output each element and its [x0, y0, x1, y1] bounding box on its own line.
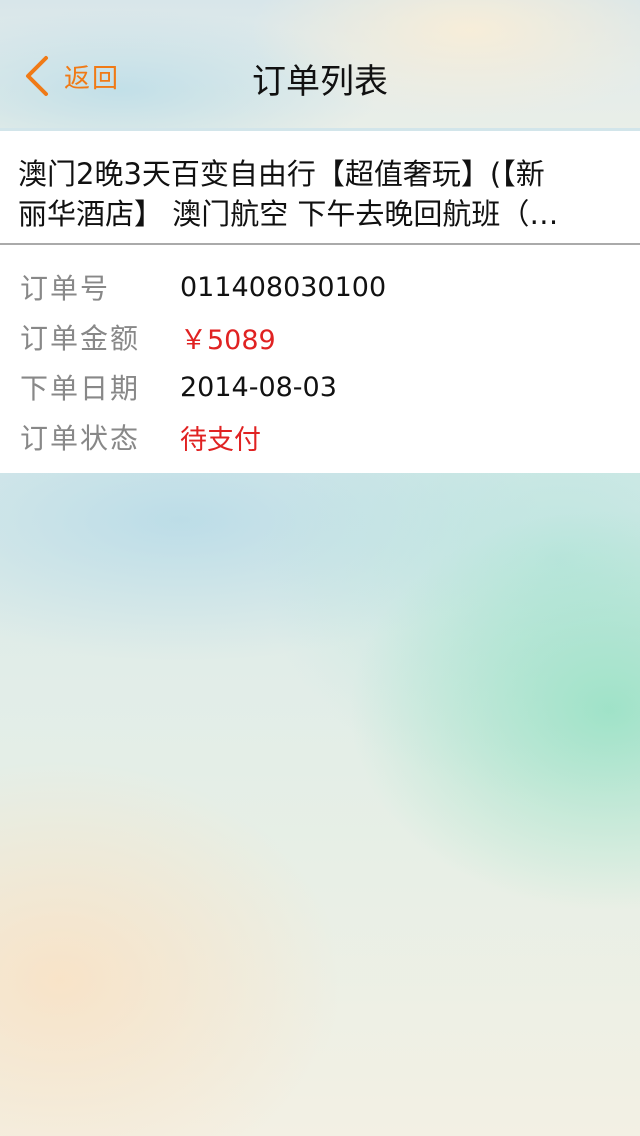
product-title-line-2: 丽华酒店】 澳门航空 下午去晚回航班（… [18, 197, 559, 231]
order-status-label: 订单状态 [20, 422, 141, 455]
order-date-value: 2014-08-03 [180, 371, 337, 403]
product-title[interactable]: 澳门2晚3天百变自由行【超值奢玩】(【新 丽华酒店】 澳门航空 下午去晚回航班（… [18, 154, 618, 234]
order-amount-row: 订单金额 ￥5089 [0, 312, 640, 362]
divider [0, 243, 640, 245]
screen: 返回 订单列表 澳门2晚3天百变自由行【超值奢玩】(【新 丽华酒店】 澳门航空 … [0, 0, 640, 1136]
navigation-bar: 返回 订单列表 [0, 0, 640, 128]
order-amount-label: 订单金额 [20, 322, 141, 355]
product-title-line-1: 澳门2晚3天百变自由行【超值奢玩】(【新 [18, 157, 545, 191]
order-number-row: 订单号 011408030100 [0, 262, 640, 312]
order-date-label: 下单日期 [20, 372, 141, 405]
order-date-row: 下单日期 2014-08-03 [0, 362, 640, 412]
page-title: 订单列表 [252, 62, 388, 102]
order-amount-value: ￥5089 [180, 324, 276, 356]
order-number-value: 011408030100 [180, 271, 387, 303]
order-status-value: 待支付 [180, 424, 261, 456]
order-status-row: 订单状态 待支付 [0, 412, 640, 462]
order-number-label: 订单号 [20, 272, 111, 305]
